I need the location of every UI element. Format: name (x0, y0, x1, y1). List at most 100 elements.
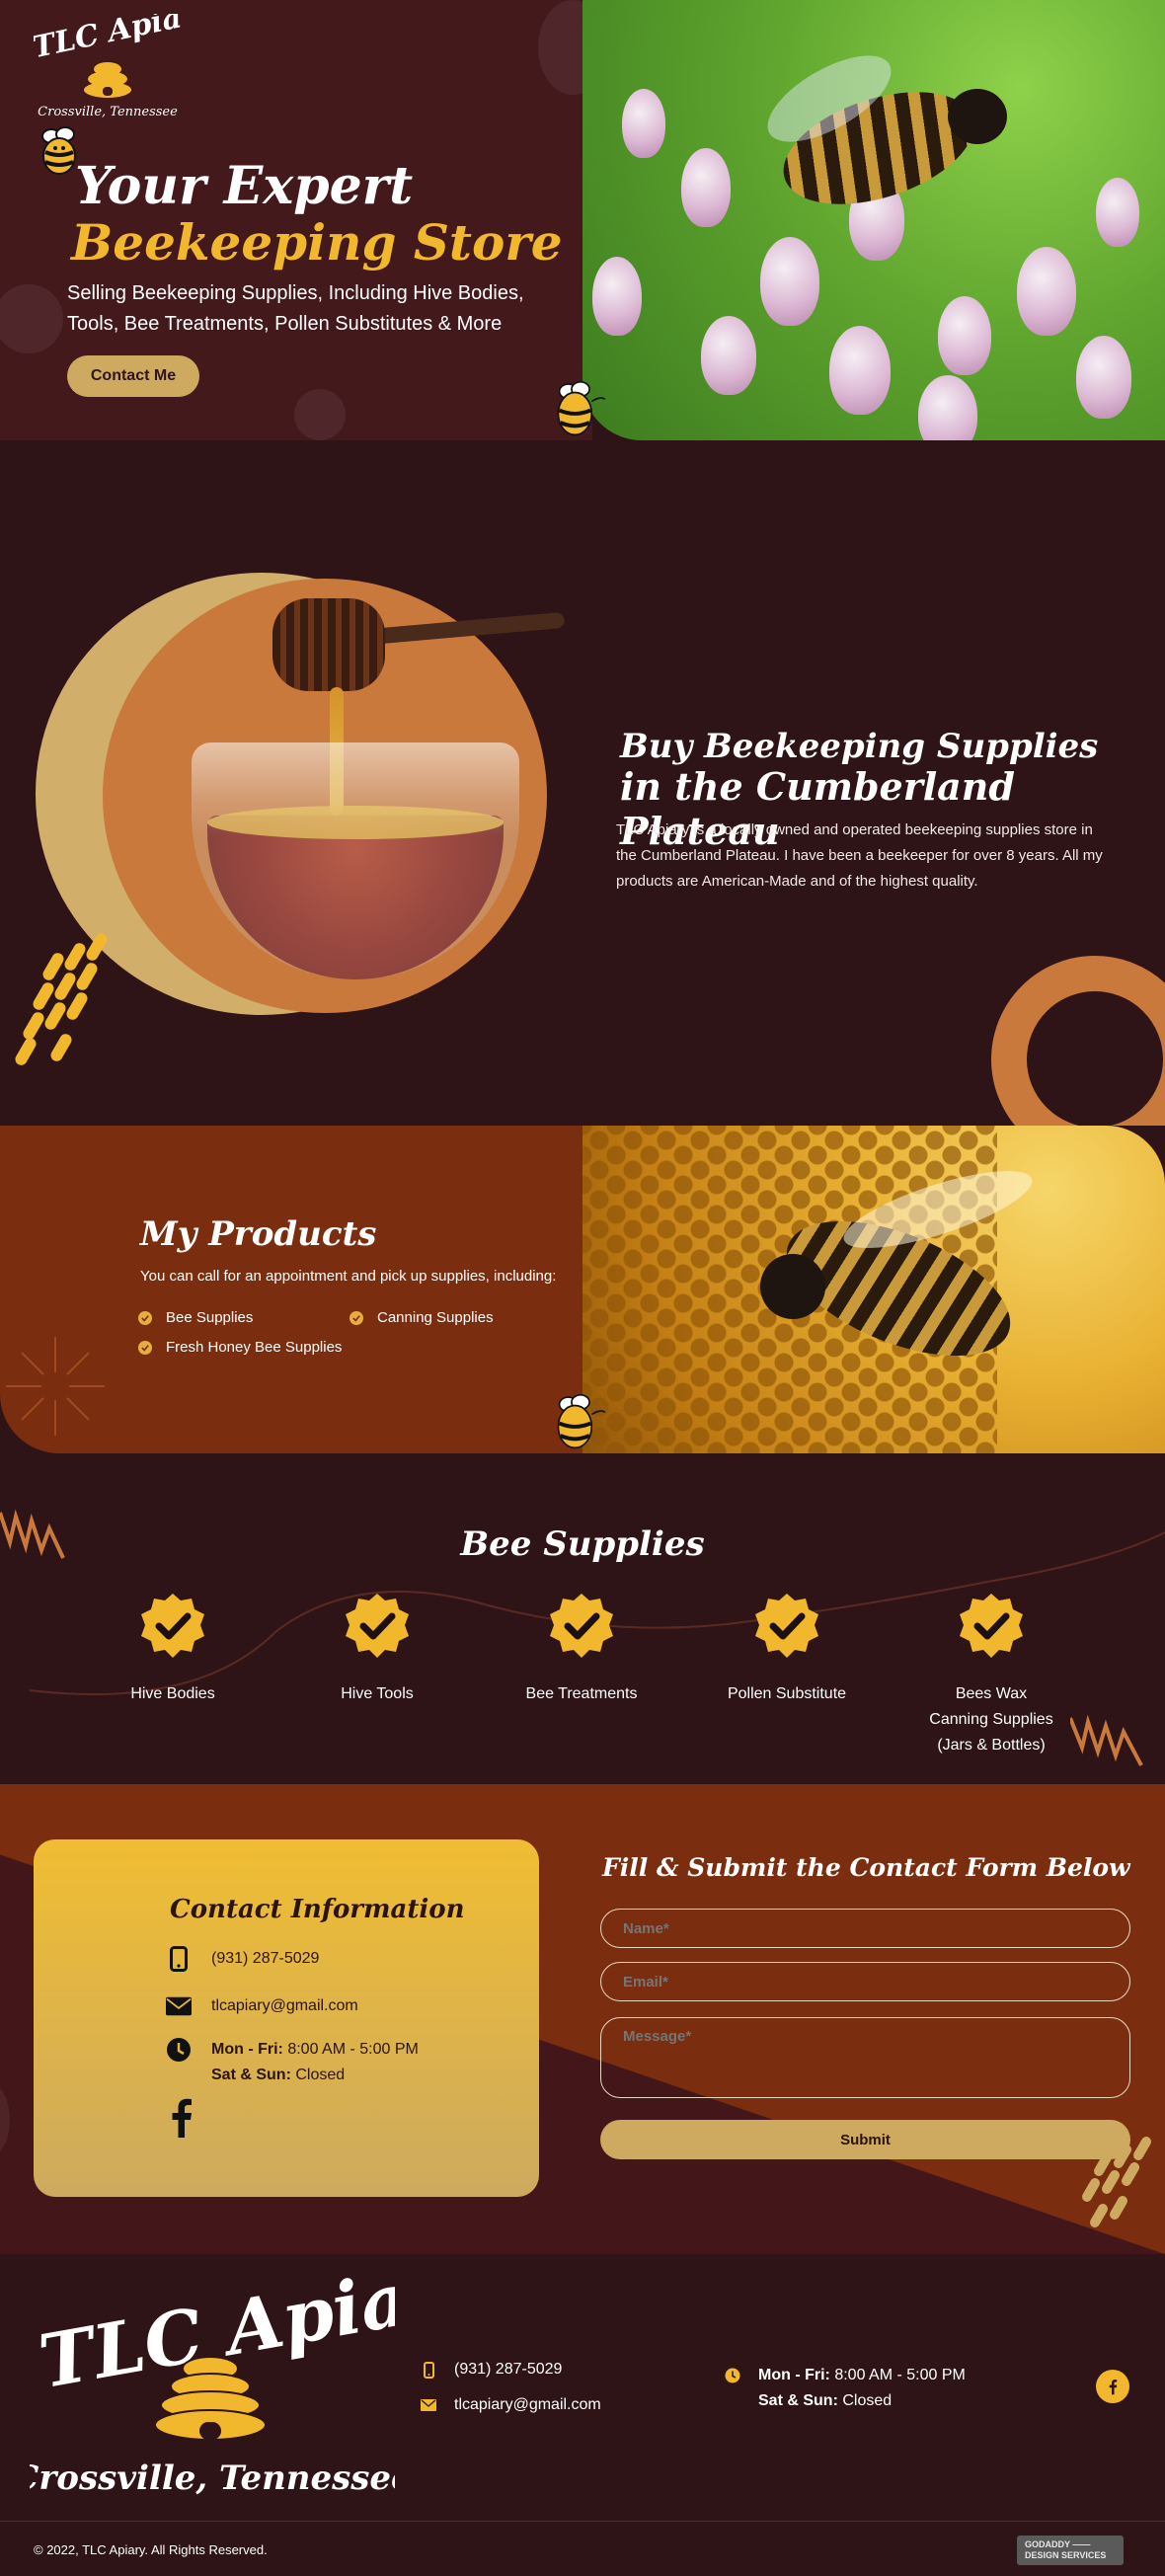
contact-phone-text: (931) 287-5029 (211, 1950, 320, 1967)
hive-icon (84, 62, 131, 98)
decor-dash (1088, 2202, 1110, 2229)
footer-phone[interactable]: (931) 287-5029 (421, 2361, 562, 2379)
flower (829, 326, 891, 415)
about-body: TLC Apiary is a locally owned and operat… (616, 821, 1103, 890)
honeycomb-photo (582, 1126, 1165, 1453)
bee-head (760, 1254, 825, 1319)
flower (938, 296, 991, 375)
contact-me-button[interactable]: Contact Me (67, 355, 199, 397)
footer-logo-location: Crossville, Tennessee (30, 2459, 395, 2498)
email-input[interactable] (600, 1962, 1130, 2001)
flower (918, 375, 977, 440)
decor-dash (1108, 2194, 1129, 2222)
product-label: Bee Supplies (166, 1309, 254, 1326)
envelope-icon (421, 2396, 436, 2414)
clock-icon (725, 2367, 740, 2384)
supply-item: Pollen Substitute (693, 1592, 881, 1707)
about-heading: Buy Beekeeping Supplies (620, 727, 1099, 766)
products-heading: My Products (140, 1214, 377, 1254)
decor-dash (21, 1010, 46, 1042)
form-heading: Fill & Submit the Contact Form Below (602, 1853, 1130, 1882)
hero-title-accent: Beekeeping Store (71, 213, 563, 272)
godaddy-badge-line1: GODADDY —— (1025, 2539, 1091, 2549)
hours-weekday: 8:00 AM - 5:00 PM (287, 2041, 419, 2058)
supply-item: Hive Tools (283, 1592, 471, 1707)
supply-label: Pollen Substitute (727, 1685, 847, 1702)
supply-label: Hive Tools (341, 1685, 414, 1702)
message-input[interactable] (600, 2017, 1130, 2098)
products-section: My Products You can call for an appointm… (0, 1126, 1165, 1453)
contact-info-heading: Contact Information (170, 1895, 465, 1924)
supply-label: Bees Wax Canning Supplies (Jars & Bottle… (897, 1681, 1085, 1758)
product-label: Fresh Honey Bee Supplies (166, 1339, 343, 1356)
godaddy-badge[interactable]: GODADDY —— DESIGN SERVICES (1017, 2536, 1124, 2565)
product-item: Canning Supplies (350, 1309, 494, 1326)
hero-photo (582, 0, 1165, 440)
name-input[interactable] (600, 1909, 1130, 1948)
footer-email[interactable]: tlcapiary@gmail.com (421, 2396, 601, 2414)
hours-weekend: Closed (295, 2067, 346, 2083)
contact-email[interactable]: tlcapiary@gmail.com (166, 1993, 358, 2019)
footer-hours-weekend: Closed (842, 2392, 893, 2409)
envelope-icon (166, 1993, 192, 2019)
clock-icon (166, 2037, 192, 2063)
footer-logo[interactable]: TLC Apiary Crossville, Tennessee (30, 2264, 395, 2501)
decor-circle (294, 389, 346, 440)
contact-hours-text: Mon - Fri: 8:00 AM - 5:00 PM Sat & Sun: … (211, 2037, 419, 2088)
flower (701, 316, 756, 395)
footer-phone-text: (931) 287-5029 (454, 2361, 563, 2378)
supply-label-line: Canning Supplies (929, 1711, 1053, 1728)
decor-dash (42, 1000, 68, 1032)
check-badge-icon (960, 1594, 1023, 1658)
contact-section: Contact Information (931) 287-5029 tlcap… (0, 1784, 1165, 2254)
footer-hours-weekend-label: Sat & Sun: (758, 2392, 838, 2409)
logo-text: TLC Apiary (34, 14, 182, 65)
flower (622, 89, 665, 158)
supplies-heading: Bee Supplies (460, 1524, 705, 1564)
check-icon (138, 1310, 152, 1325)
decor-dash (74, 961, 100, 992)
supply-item: Hive Bodies (79, 1592, 267, 1707)
product-label: Canning Supplies (377, 1309, 494, 1326)
flower (1017, 247, 1076, 336)
decor-dash (1080, 2176, 1102, 2204)
supply-label: Bee Treatments (525, 1685, 638, 1702)
check-badge-icon (550, 1594, 613, 1658)
submit-button[interactable]: Submit (600, 2120, 1130, 2159)
contact-phone[interactable]: (931) 287-5029 (166, 1946, 319, 1972)
flower (681, 148, 731, 227)
supply-item: Bee Treatments (488, 1592, 675, 1707)
about-section: Buy Beekeeping Supplies in the Cumberlan… (0, 440, 1165, 1126)
supply-label-line: Bees Wax (955, 1685, 1028, 1702)
bee-illustration (557, 1393, 606, 1449)
decor-ring (991, 956, 1165, 1126)
footer-facebook-link[interactable] (1096, 2370, 1129, 2403)
hours-weekday-label: Mon - Fri: (211, 2041, 283, 2058)
products-intro: You can call for an appointment and pick… (140, 1268, 557, 1285)
decor-dash (64, 990, 90, 1022)
supplies-section: Bee Supplies Hive Bodies Hive Tools Bee … (0, 1453, 1165, 1784)
hours-weekend-label: Sat & Sun: (211, 2067, 291, 2083)
facebook-icon[interactable] (168, 2098, 194, 2138)
flower (1096, 178, 1139, 247)
check-badge-icon (346, 1594, 409, 1658)
check-icon (350, 1310, 363, 1325)
bee-head (948, 89, 1007, 144)
footer: TLC Apiary Crossville, Tennessee (931) 2… (0, 2254, 1165, 2576)
honey-dipper (272, 598, 385, 691)
hero-title: Your Expert (75, 156, 414, 216)
footer-hours: Mon - Fri: 8:00 AM - 5:00 PM Sat & Sun: … (725, 2363, 966, 2414)
check-badge-icon (141, 1594, 204, 1658)
logo-location: Crossville, Tennessee (38, 105, 178, 119)
decor-dash (48, 1032, 74, 1063)
logo[interactable]: TLC Apiary Crossville, Tennessee (34, 14, 182, 122)
footer-hours-weekday: 8:00 AM - 5:00 PM (834, 2367, 966, 2383)
footer-hours-text: Mon - Fri: 8:00 AM - 5:00 PM Sat & Sun: … (758, 2363, 966, 2414)
footer-hours-weekday-label: Mon - Fri: (758, 2367, 830, 2383)
footer-email-text: tlcapiary@gmail.com (454, 2396, 601, 2413)
decor-sunburst (6, 1337, 105, 1436)
flower (760, 237, 819, 326)
supply-label-line: (Jars & Bottles) (937, 1737, 1046, 1754)
hero-section: TLC Apiary Crossville, Tennessee Your Ex… (0, 0, 1165, 440)
flower (592, 257, 642, 336)
